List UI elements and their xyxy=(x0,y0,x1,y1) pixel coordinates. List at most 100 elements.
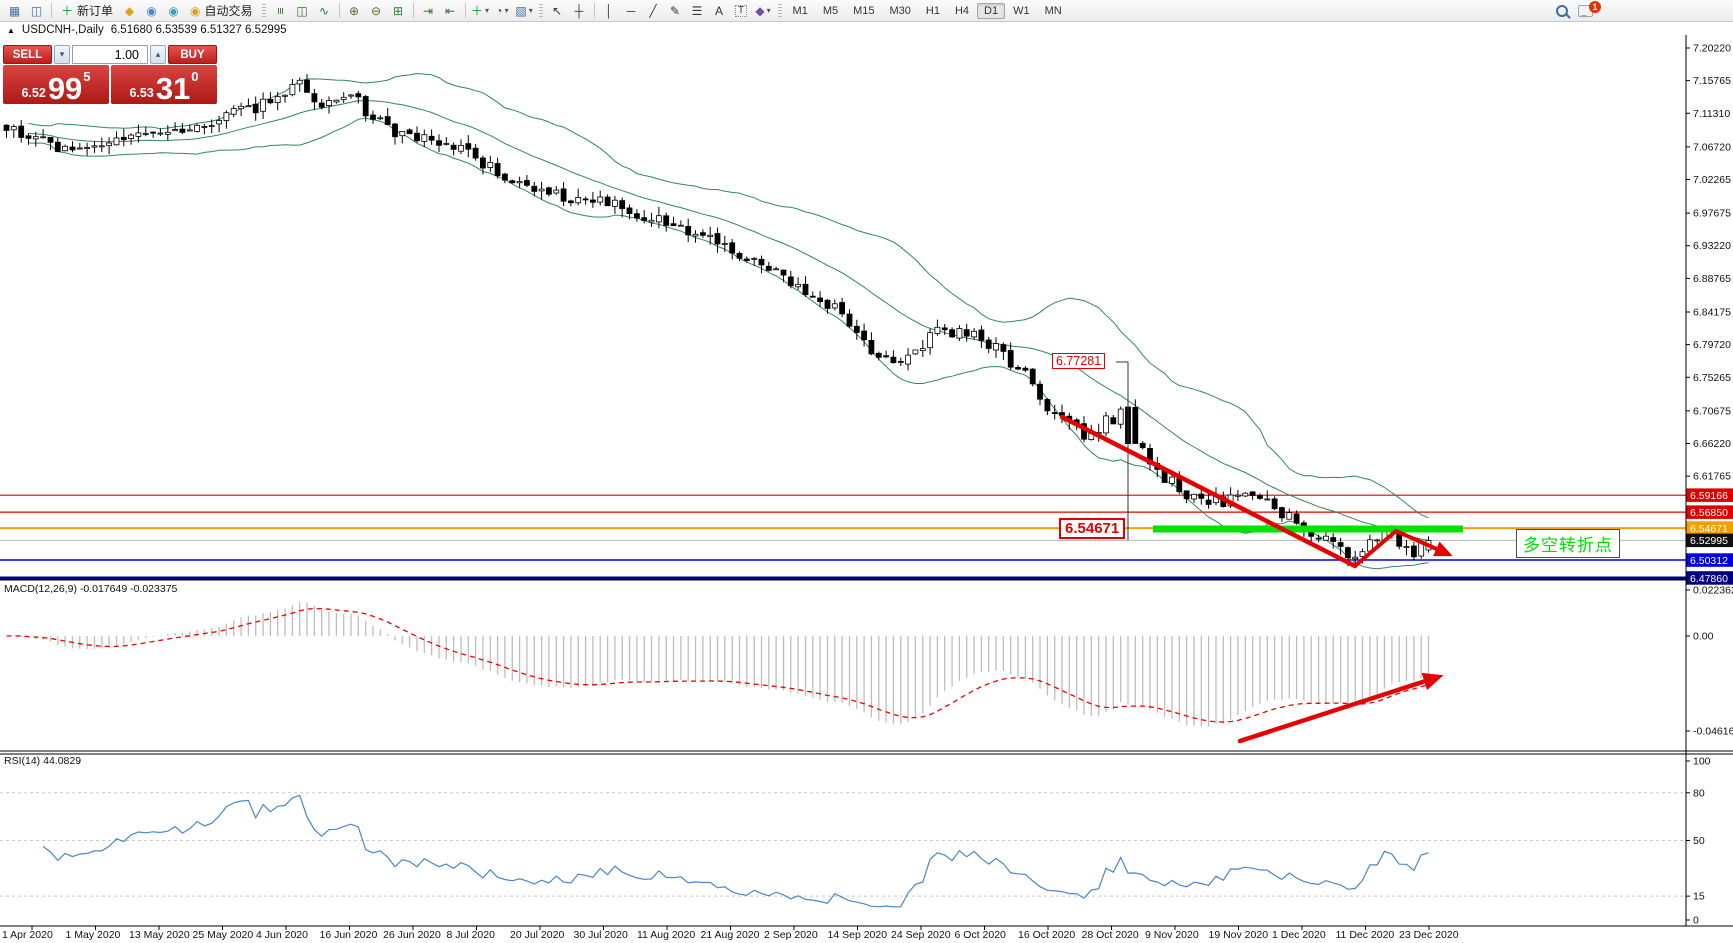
candle-body xyxy=(1411,546,1416,557)
autotrading-button[interactable]: ◉自动交易 xyxy=(185,2,258,20)
rsi-label: RSI(14) 44.0829 xyxy=(4,755,81,767)
community-icon[interactable]: ◉ xyxy=(141,2,162,20)
rsi-tick: 80 xyxy=(1693,787,1705,799)
buy-price-small: 6.53 xyxy=(129,85,153,101)
candle-body xyxy=(180,129,185,132)
rsi-tick: 100 xyxy=(1693,756,1711,768)
candle-body xyxy=(275,96,280,102)
candle-body xyxy=(700,233,705,236)
zoom-in-icon[interactable]: ⊕ xyxy=(344,2,365,20)
candle-body xyxy=(407,130,412,134)
timeframe-m5[interactable]: M5 xyxy=(816,3,845,19)
candle-body xyxy=(972,331,977,337)
price-chart[interactable]: 7.202207.157657.113107.067207.022656.976… xyxy=(0,0,1733,943)
date-label: 16 Jun 2020 xyxy=(320,929,378,941)
bb-upper xyxy=(29,74,1429,518)
profiles-icon[interactable]: ◫ xyxy=(26,2,47,20)
horizontal-line-icon[interactable]: ─ xyxy=(621,2,642,20)
search-icon[interactable] xyxy=(1551,2,1572,20)
analyst-note-box[interactable]: 多空转折点 xyxy=(1516,529,1620,558)
high-price-tag[interactable]: 6.77281 xyxy=(1052,353,1105,369)
buy-button[interactable]: BUY xyxy=(168,45,217,64)
candle-body xyxy=(539,189,544,191)
templates-button[interactable]: ▧▾ xyxy=(514,2,535,20)
candle-body xyxy=(598,197,603,202)
volume-decrease-button[interactable]: ▾ xyxy=(54,45,70,64)
candle-body xyxy=(546,188,551,194)
line-chart-icon-glyph: ∿ xyxy=(319,5,329,17)
candle-body xyxy=(781,270,786,275)
timeframe-m1[interactable]: M1 xyxy=(786,3,815,19)
zoom-out-icon[interactable]: ⊖ xyxy=(366,2,387,20)
text-icon[interactable]: A xyxy=(709,2,730,20)
fibonacci-icon[interactable]: ☰ xyxy=(687,2,708,20)
candle-body xyxy=(1279,508,1284,518)
timeframe-h4[interactable]: H4 xyxy=(948,3,976,19)
autoscroll-icon[interactable]: ⇥ xyxy=(418,2,439,20)
shapes-button[interactable]: ◆▾ xyxy=(753,2,774,20)
candle-body xyxy=(422,135,427,142)
rsi-line xyxy=(43,795,1428,907)
timeframe-mn[interactable]: MN xyxy=(1038,3,1069,19)
volume-input[interactable] xyxy=(72,45,148,64)
sell-button[interactable]: SELL xyxy=(3,45,52,64)
toolbar-drag-handle xyxy=(778,4,782,18)
candle-body xyxy=(473,148,478,158)
community-icon-glyph: ◉ xyxy=(146,5,156,17)
candle-body xyxy=(290,85,295,95)
date-label: 1 Dec 2020 xyxy=(1272,929,1326,941)
candle-body xyxy=(649,220,654,222)
candle-body xyxy=(656,216,661,222)
price-chip-text: 6.59166 xyxy=(1690,490,1728,502)
channel-icon[interactable]: ✎ xyxy=(665,2,686,20)
candle-body xyxy=(1353,557,1358,559)
collapse-icon[interactable]: ▲ xyxy=(7,26,15,35)
candle-body xyxy=(759,259,764,265)
candlestick-chart-icon[interactable]: ◫ xyxy=(292,2,313,20)
signals-icon[interactable]: ◉ xyxy=(163,2,184,20)
periods-button[interactable]: ◔▾ xyxy=(492,2,513,20)
profiles-icon-glyph: ◫ xyxy=(31,5,42,17)
chart-shift-icon[interactable]: ⇤ xyxy=(440,2,461,20)
sell-price-box[interactable]: 6.52995 xyxy=(3,65,109,104)
candle-body xyxy=(869,340,874,354)
candle-body xyxy=(1323,536,1328,540)
price-chip-text: 6.47860 xyxy=(1690,573,1728,585)
date-label: 26 Jun 2020 xyxy=(383,929,441,941)
timeframe-m30[interactable]: M30 xyxy=(883,3,918,19)
candle-body xyxy=(832,304,837,308)
volume-increase-button[interactable]: ▴ xyxy=(150,45,166,64)
crosshair-icon[interactable]: ┼ xyxy=(569,2,590,20)
bar-chart-icon[interactable]: ≡ xyxy=(270,2,291,20)
date-label: 14 Sep 2020 xyxy=(828,929,888,941)
candle-body xyxy=(26,136,31,139)
timeframe-m15[interactable]: M15 xyxy=(846,3,881,19)
candle-body xyxy=(231,109,236,115)
candle-body xyxy=(664,216,669,226)
candle-body xyxy=(1404,547,1409,548)
text-label-icon[interactable]: T xyxy=(731,2,752,20)
price-tick: 6.66220 xyxy=(1693,438,1731,450)
trendline-icon[interactable]: ╱ xyxy=(643,2,664,20)
support-price-tag[interactable]: 6.54671 xyxy=(1059,518,1125,539)
new-order-button[interactable]: ＋新订单 xyxy=(56,2,118,20)
vertical-line-icon[interactable]: │ xyxy=(599,2,620,20)
buy-price-box[interactable]: 6.53310 xyxy=(111,65,217,104)
candle-body xyxy=(451,145,456,149)
timeframe-w1[interactable]: W1 xyxy=(1006,3,1037,19)
candle-body xyxy=(737,253,742,258)
deposit-icon[interactable]: ◆ xyxy=(119,2,140,20)
candle-body xyxy=(129,135,134,139)
candle-body xyxy=(1177,479,1182,492)
axes: 7.202207.157657.113107.067207.022656.976… xyxy=(0,35,1733,941)
cursor-icon[interactable]: ↖ xyxy=(547,2,568,20)
indicators-button[interactable]: ＋▾ xyxy=(470,2,491,20)
notifications-icon[interactable]: 1 xyxy=(1575,2,1596,20)
line-chart-icon[interactable]: ∿ xyxy=(314,2,335,20)
timeframe-h1[interactable]: H1 xyxy=(919,3,947,19)
timeframe-d1[interactable]: D1 xyxy=(977,3,1005,19)
chart-window-icon[interactable]: ▦ xyxy=(4,2,25,20)
price-tick: 7.11310 xyxy=(1693,108,1730,120)
price-tick: 6.61765 xyxy=(1693,471,1731,483)
tile-windows-icon[interactable]: ⊞ xyxy=(388,2,409,20)
